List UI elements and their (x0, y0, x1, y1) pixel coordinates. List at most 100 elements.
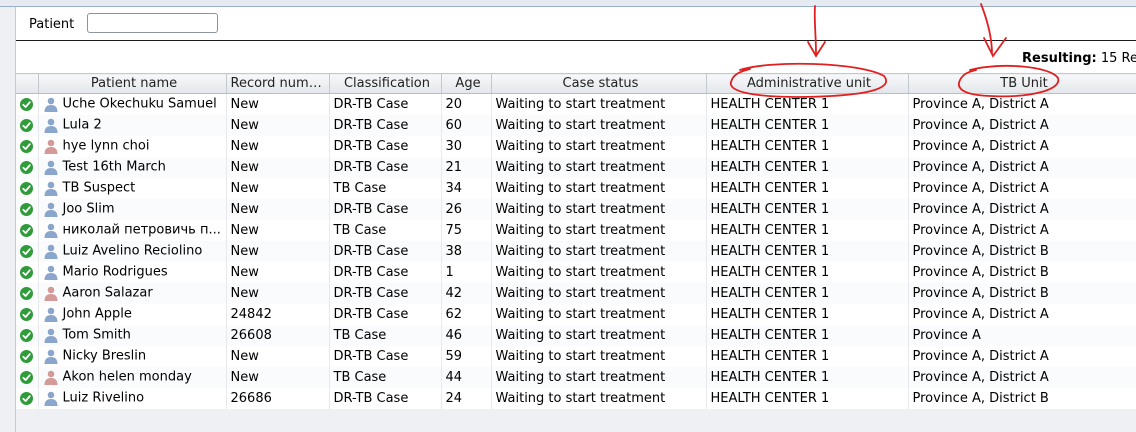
column-header-tb-unit[interactable]: TB Unit (908, 73, 1136, 94)
patient-name-text[interactable]: Nicky Breslin (63, 349, 147, 364)
check-circle-icon (20, 286, 33, 300)
cell-tb-unit: Province A (908, 324, 1136, 346)
cell-administrative-unit: HEALTH CENTER 1 (706, 345, 909, 367)
patient-name-text[interactable]: Luiz Avelino Reciolino (63, 244, 203, 259)
patient-name-text[interactable]: Luiz Rivelino (63, 391, 145, 406)
person-icon (43, 390, 59, 406)
cell-tb-unit: Province A, District A (908, 114, 1136, 136)
patient-name-text[interactable]: Tom Smith (63, 328, 131, 343)
table-row[interactable]: Luiz Rivelino 26686 DR-TB Case 24 Waiting to… (16, 387, 1136, 409)
table-row[interactable]: Uche Okechuku Samuel New DR-TB Case 20 Waiti… (16, 93, 1136, 115)
cell-case-status: Waiting to start treatment (491, 387, 707, 409)
cell-administrative-unit: HEALTH CENTER 1 (706, 198, 909, 220)
cell-case-status: Waiting to start treatment (491, 345, 707, 367)
patient-name-text[interactable]: Uche Okechuku Samuel (63, 97, 217, 112)
table-row[interactable]: Lula 2 New DR-TB Case 60 Waiting to start tr… (16, 114, 1136, 136)
column-header-patient-name[interactable]: Patient name (38, 73, 227, 94)
column-header-administrative-unit[interactable]: Administrative unit (706, 73, 909, 94)
cell-patient-name: Tom Smith (38, 324, 227, 346)
patient-name-text[interactable]: hye lynn choi (63, 139, 150, 154)
cell-age: 26 (441, 198, 492, 220)
cell-age: 30 (441, 135, 492, 157)
cell-classification: TB Case (329, 324, 442, 346)
patient-name-text[interactable]: Joo Slim (63, 202, 115, 217)
cell-classification: TB Case (329, 219, 442, 241)
row-status-cell (16, 324, 39, 346)
cell-age: 44 (441, 366, 492, 388)
check-circle-icon (20, 97, 33, 111)
table-row[interactable]: hye lynn choi New DR-TB Case 30 Waiting to s… (16, 135, 1136, 157)
check-circle-icon (20, 349, 33, 363)
cell-administrative-unit: HEALTH CENTER 1 (706, 114, 909, 136)
patient-name-text[interactable]: John Apple (63, 307, 132, 322)
column-header-status[interactable] (16, 73, 39, 94)
cell-record-number: New (226, 93, 330, 115)
cell-case-status: Waiting to start treatment (491, 324, 707, 346)
check-circle-icon (20, 391, 33, 405)
cell-patient-name: Mario Rodrigues (38, 261, 227, 283)
table-row[interactable]: Joo Slim New DR-TB Case 26 Waiting to start … (16, 198, 1136, 220)
patient-name-text[interactable]: Test 16th March (63, 160, 166, 175)
column-header-classification[interactable]: Classification (329, 73, 442, 94)
cell-tb-unit: Province A, District A (908, 135, 1136, 157)
patient-name-text[interactable]: Aaron Salazar (63, 286, 153, 301)
cell-case-status: Waiting to start treatment (491, 156, 707, 178)
cell-administrative-unit: HEALTH CENTER 1 (706, 135, 909, 157)
patient-name-text[interactable]: Akon helen monday (63, 370, 192, 385)
cell-case-status: Waiting to start treatment (491, 93, 707, 115)
cell-administrative-unit: HEALTH CENTER 1 (706, 240, 909, 262)
cell-tb-unit: Province A, District B (908, 240, 1136, 262)
patient-name-text[interactable]: TB Suspect (63, 181, 136, 196)
person-icon (43, 159, 59, 175)
cell-case-status: Waiting to start treatment (491, 198, 707, 220)
cell-classification: TB Case (329, 177, 442, 199)
table-row[interactable]: Tom Smith 26608 TB Case 46 Waiting to start … (16, 324, 1136, 346)
cell-case-status: Waiting to start treatment (491, 177, 707, 199)
patient-name-text[interactable]: николай петровичь п... (63, 223, 221, 238)
cell-administrative-unit: HEALTH CENTER 1 (706, 324, 909, 346)
person-icon (43, 264, 59, 280)
cell-record-number: 24842 (226, 303, 330, 325)
cell-patient-name: Uche Okechuku Samuel (38, 93, 227, 115)
table-row[interactable]: николай петровичь п... New TB Case 75 Waitin… (16, 219, 1136, 241)
table-row[interactable]: Test 16th March New DR-TB Case 21 Waiting to… (16, 156, 1136, 178)
table-row[interactable]: Aaron Salazar New DR-TB Case 42 Waiting to s… (16, 282, 1136, 304)
patient-name-text[interactable]: Lula 2 (63, 118, 102, 133)
cell-classification: DR-TB Case (329, 303, 442, 325)
column-header-case-status[interactable]: Case status (491, 73, 707, 94)
cell-administrative-unit: HEALTH CENTER 1 (706, 177, 909, 199)
table-row[interactable]: John Apple 24842 DR-TB Case 62 Waiting to st… (16, 303, 1136, 325)
patients-table: Patient name Record number Classificatio… (16, 73, 1136, 409)
cell-classification: DR-TB Case (329, 198, 442, 220)
table-row[interactable]: Mario Rodrigues New DR-TB Case 1 Waiting to … (16, 261, 1136, 283)
cell-case-status: Waiting to start treatment (491, 303, 707, 325)
column-header-record-number[interactable]: Record number (226, 73, 330, 94)
cell-classification: DR-TB Case (329, 387, 442, 409)
cell-patient-name: Test 16th March (38, 156, 227, 178)
cell-tb-unit: Province A, District B (908, 387, 1136, 409)
cell-case-status: Waiting to start treatment (491, 261, 707, 283)
cell-age: 1 (441, 261, 492, 283)
cell-age: 62 (441, 303, 492, 325)
table-row[interactable]: TB Suspect New TB Case 34 Waiting to start t… (16, 177, 1136, 199)
table-header-row: Patient name Record number Classificatio… (16, 73, 1136, 94)
cell-classification: DR-TB Case (329, 345, 442, 367)
table-row[interactable]: Akon helen monday New TB Case 44 Waiting to … (16, 366, 1136, 388)
cell-record-number: New (226, 135, 330, 157)
patient-filter-bar: Patient (16, 7, 1136, 40)
table-row[interactable]: Nicky Breslin New DR-TB Case 59 Waiting to s… (16, 345, 1136, 367)
cell-record-number: 26686 (226, 387, 330, 409)
cell-record-number: New (226, 177, 330, 199)
cell-classification: DR-TB Case (329, 240, 442, 262)
patient-name-text[interactable]: Mario Rodrigues (63, 265, 168, 280)
cell-administrative-unit: HEALTH CENTER 1 (706, 387, 909, 409)
patient-search-input[interactable] (87, 13, 218, 33)
check-circle-icon (20, 370, 33, 384)
person-icon (43, 306, 59, 322)
table-row[interactable]: Luiz Avelino Reciolino New DR-TB Case 38 Wai… (16, 240, 1136, 262)
person-icon (43, 138, 59, 154)
row-status-cell (16, 114, 39, 136)
column-header-age[interactable]: Age (441, 73, 492, 94)
result-count: Resulting: 15 Re (1022, 51, 1136, 66)
person-icon (43, 201, 59, 217)
